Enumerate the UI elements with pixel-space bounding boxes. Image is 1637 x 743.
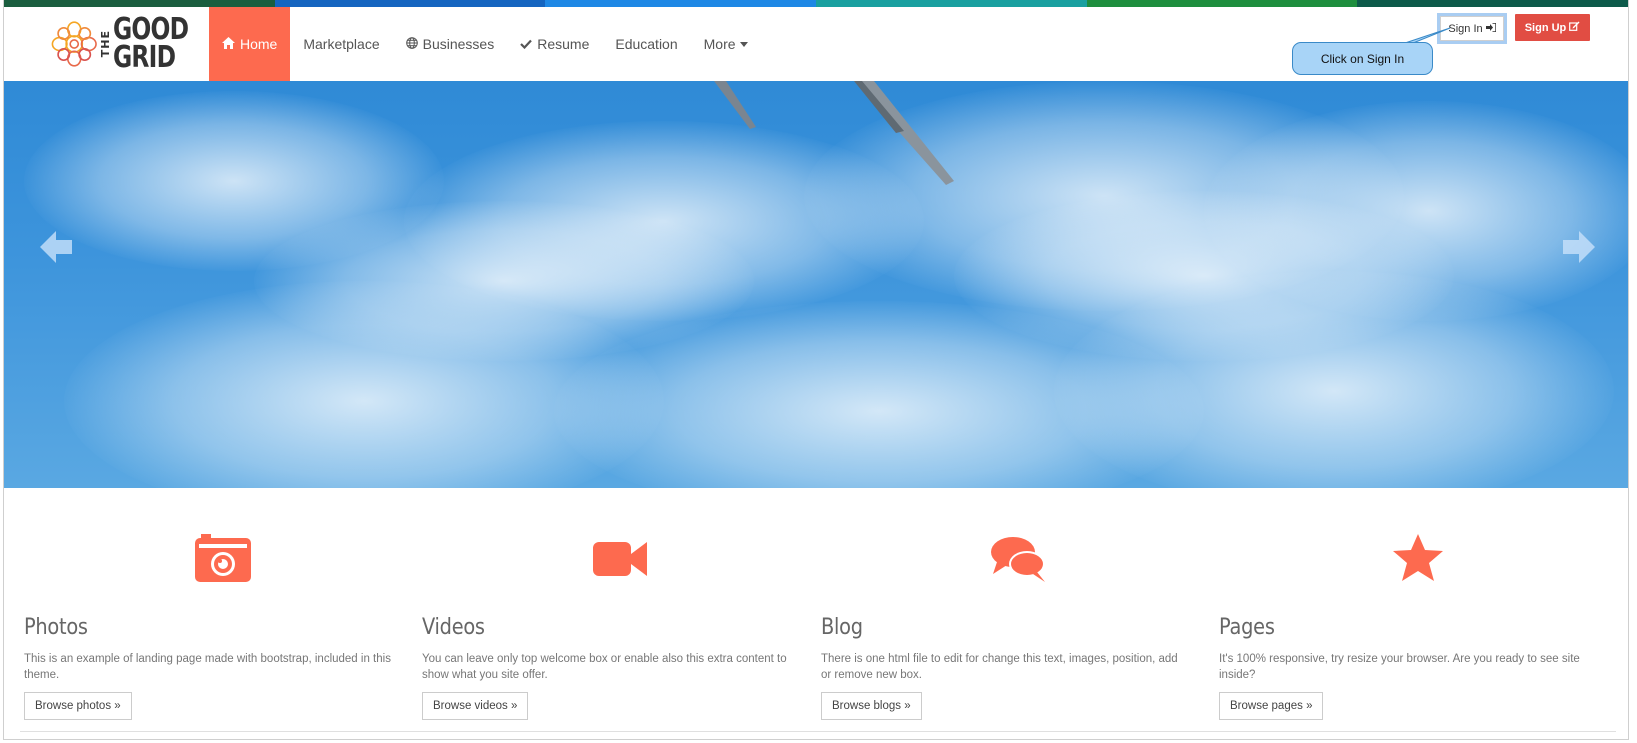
hero-carousel	[4, 81, 1628, 488]
strip-segment	[1086, 0, 1358, 7]
edit-icon	[1569, 21, 1580, 34]
sign-in-icon	[1485, 21, 1497, 35]
strip-segment	[274, 0, 546, 7]
feature-title: Photos	[24, 615, 88, 640]
strip-segment	[1357, 0, 1628, 7]
features-section: Photos This is an example of landing pag…	[4, 488, 1628, 739]
feature-text: This is an example of landing page made …	[24, 653, 391, 681]
nav-home-label: Home	[240, 36, 278, 52]
nav-resume[interactable]: Resume	[507, 7, 602, 81]
feature-text: There is one html file to edit for chang…	[821, 653, 1178, 681]
browse-blogs-button[interactable]: Browse blogs »	[821, 692, 922, 720]
browser-page: THE GOOD GRID Home Marketplace Businesse…	[3, 0, 1629, 740]
sign-up-button[interactable]: Sign Up	[1515, 14, 1590, 41]
nav-more-dropdown[interactable]: More	[691, 7, 761, 81]
nav-home[interactable]: Home	[209, 7, 291, 81]
carousel-next-button[interactable]	[1559, 227, 1599, 267]
feature-text: You can leave only top welcome box or en…	[422, 653, 787, 681]
feature-title: Blog	[821, 615, 863, 640]
nav-businesses[interactable]: Businesses	[393, 7, 508, 81]
home-icon	[222, 36, 235, 52]
caret-down-icon	[739, 39, 748, 49]
sign-up-label: Sign Up	[1524, 21, 1567, 34]
carousel-prev-button[interactable]	[36, 227, 76, 267]
main-nav: Home Marketplace Businesses Resume Educa…	[209, 7, 761, 81]
flower-logo-icon	[51, 21, 97, 67]
aircraft-wing-graphic	[714, 81, 954, 185]
logo-the: THE	[99, 30, 113, 58]
logo-wordmark: THE GOOD GRID	[99, 15, 210, 75]
browse-pages-button[interactable]: Browse pages »	[1219, 692, 1324, 720]
nav-resume-label: Resume	[537, 36, 590, 52]
nav-education[interactable]: Education	[602, 7, 690, 81]
globe-icon	[405, 36, 418, 52]
arrow-left-icon	[40, 231, 72, 263]
nav-marketplace-label: Marketplace	[303, 36, 380, 52]
feature-title: Videos	[422, 615, 485, 640]
browse-videos-button[interactable]: Browse videos »	[422, 692, 529, 720]
video-camera-icon	[593, 542, 647, 576]
tutorial-callout: Click on Sign In	[1292, 42, 1433, 75]
logo-line-2: GRID	[113, 40, 176, 75]
feature-text: It's 100% responsive, try resize your br…	[1219, 653, 1580, 681]
strip-segment	[545, 0, 817, 7]
nav-marketplace[interactable]: Marketplace	[290, 7, 392, 81]
callout-text: Click on Sign In	[1320, 51, 1405, 66]
strip-segment	[4, 0, 275, 7]
star-icon	[1393, 534, 1443, 581]
nav-more-label: More	[703, 36, 736, 52]
site-logo[interactable]: THE GOOD GRID	[50, 13, 210, 75]
feature-title: Pages	[1219, 615, 1275, 640]
comments-icon	[991, 537, 1045, 582]
browse-photos-button[interactable]: Browse photos »	[24, 692, 132, 720]
strip-segment	[816, 0, 1087, 7]
camera-icon	[195, 534, 251, 582]
divider	[20, 731, 1616, 732]
nav-education-label: Education	[615, 36, 678, 52]
nav-businesses-label: Businesses	[422, 36, 495, 52]
arrow-right-icon	[1563, 231, 1595, 263]
color-strip	[4, 0, 1628, 7]
check-icon	[520, 37, 533, 52]
